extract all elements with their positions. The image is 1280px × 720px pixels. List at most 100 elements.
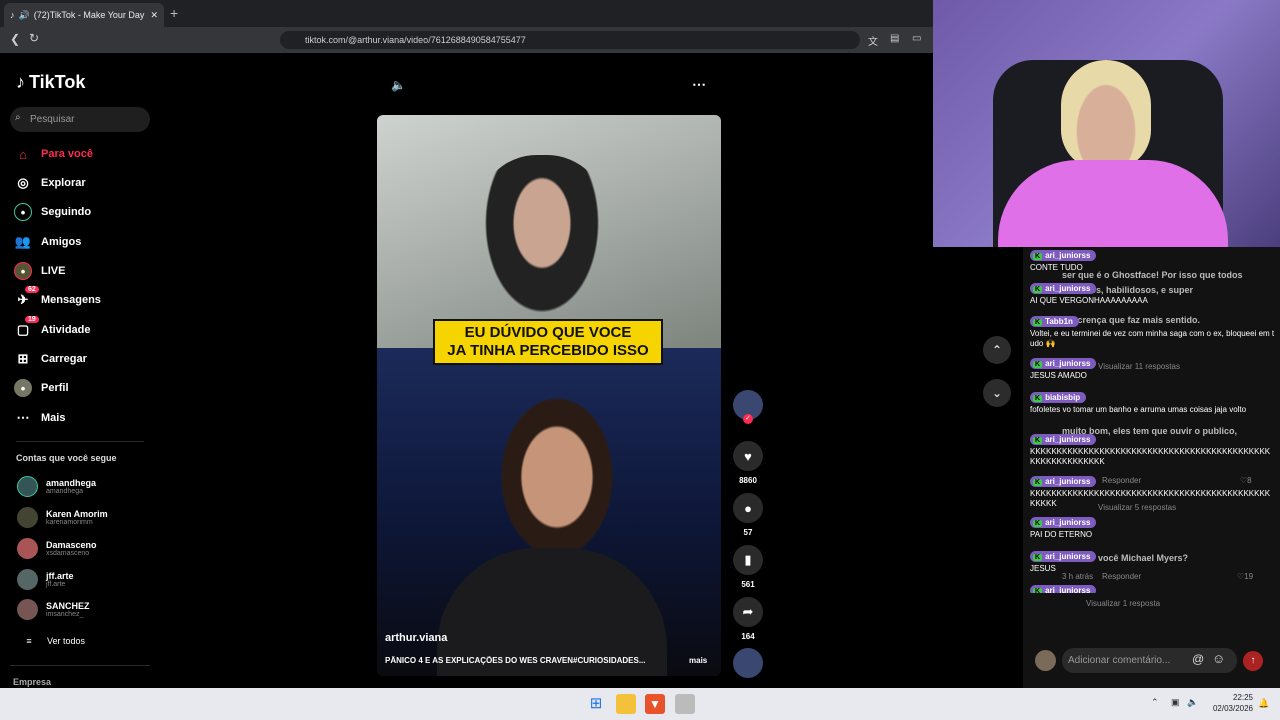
brave-browser-icon[interactable]: ▼ <box>645 694 665 714</box>
description-more-link[interactable]: mais <box>689 656 707 665</box>
view-replies-link[interactable]: Visualizar 1 resposta <box>1086 599 1160 608</box>
sidebar-item-label: Carregar <box>41 353 87 365</box>
emoji-icon[interactable]: ☺ <box>1212 651 1225 666</box>
chat-username: Kari_juniorss <box>1030 476 1097 487</box>
save-button[interactable]: ▮ 561 <box>732 545 764 589</box>
account-handle: jff.arte <box>46 581 66 588</box>
comment-button[interactable]: ● 57 <box>732 493 764 537</box>
follow-check-icon[interactable]: ✓ <box>743 414 753 424</box>
share-count: 164 <box>741 632 755 641</box>
account-name: Damasceno <box>46 540 97 550</box>
sidebar-item-label: Perfil <box>41 382 69 394</box>
account-item[interactable]: SANCHEZ imsanchez_ <box>17 599 90 620</box>
account-item[interactable]: Damasceno xsdamasceno <box>17 538 97 559</box>
video-caption-overlay: EU DÚVIDO QUE VOCE JA TINHA PERCEBIDO IS… <box>433 319 663 365</box>
sidebar-item-para-voce[interactable]: ⌂ Para você <box>14 144 93 164</box>
like-count: 8860 <box>739 476 757 485</box>
sidebar-toggle-icon[interactable]: ▭ <box>912 33 921 44</box>
video-player[interactable]: EU DÚVIDO QUE VOCE JA TINHA PERCEBIDO IS… <box>377 115 721 676</box>
sidebar-item-atividade[interactable]: ▢ 19 Atividade <box>14 316 91 340</box>
browser-tab[interactable]: ♪ 🔊 (72)TikTok - Make Your Day ✕ <box>4 3 164 27</box>
chat-user-label: ari_juniorss <box>1045 359 1091 368</box>
compass-icon: ◎ <box>17 175 29 190</box>
translate-icon[interactable]: 文 <box>868 33 878 48</box>
person-figure <box>487 378 627 558</box>
volume-icon[interactable]: 🔈 <box>1187 697 1198 708</box>
sound-avatar-button[interactable] <box>732 648 764 678</box>
chat-message: Kari_juniorss KKKKKKKKKKKKKKKKKKKKKKKKKK… <box>1030 434 1275 467</box>
chat-user-label: ari_juniorss <box>1045 586 1091 593</box>
chat-message: Kari_juniorss PAI DO ETERNO <box>1030 517 1275 540</box>
sidebar-item-label: Amigos <box>41 236 82 248</box>
chat-user-label: ari_juniorss <box>1045 251 1091 260</box>
volume-icon[interactable]: 🔈 <box>391 78 406 92</box>
sidebar-item-label: Atividade <box>41 324 91 336</box>
save-count: 561 <box>741 580 755 589</box>
chevron-up-icon[interactable]: ⌃ <box>1151 697 1159 708</box>
windows-start-icon[interactable]: ⊞ <box>586 694 606 714</box>
close-tab-icon[interactable]: ✕ <box>150 10 158 21</box>
reload-icon[interactable]: ↻ <box>29 31 39 45</box>
chat-message: Kari_juniorss KKKKKKKKKKKKKKKKKKKKKKKKKK… <box>1030 476 1275 509</box>
send-comment-button[interactable]: ↑ <box>1243 651 1263 671</box>
kick-badge-icon: K <box>1033 554 1043 561</box>
url-field[interactable]: tiktok.com/@arthur.viana/video/761268849… <box>280 31 860 49</box>
divider <box>16 441 144 442</box>
file-explorer-icon[interactable] <box>616 694 636 714</box>
share-button[interactable]: ➦ 164 <box>732 597 764 641</box>
mention-icon[interactable]: @ <box>1192 652 1204 666</box>
chat-user-label: ari_juniorss <box>1045 518 1091 527</box>
see-all-button[interactable]: ≡ Ver todos <box>20 631 85 651</box>
sidebar-item-explorar[interactable]: ◎ Explorar <box>14 173 85 193</box>
reader-icon[interactable]: ▤ <box>890 33 899 44</box>
like-button[interactable]: ♥ 8860 <box>732 441 764 485</box>
account-item[interactable]: amandhega amandhega <box>17 476 96 497</box>
tiktok-logo[interactable]: ♪ TikTok <box>16 72 85 93</box>
back-icon[interactable]: ❮ <box>10 32 20 46</box>
sidebar-item-mensagens[interactable]: ✈ 62 Mensagens <box>14 286 101 310</box>
following-icon: • <box>14 203 32 221</box>
taskbar-clock[interactable]: 22:25 02/03/2026 <box>1205 692 1253 714</box>
following-accounts-title: Contas que você segue <box>16 453 117 463</box>
chevron-down-icon: ⌄ <box>991 386 1003 400</box>
comment-count: 57 <box>743 528 753 537</box>
bookmark-icon: ▮ <box>733 545 763 575</box>
kick-badge-icon: K <box>1033 286 1043 293</box>
activity-icon: ▢ 19 <box>14 316 39 339</box>
sidebar-item-label: Seguindo <box>41 206 92 218</box>
sidebar-item-mais[interactable]: ⋯ Mais <box>14 408 66 428</box>
chat-text: fofoletes vo tomar um banho e arruma uma… <box>1030 405 1247 414</box>
chat-text: JESUS AMADO <box>1030 371 1087 380</box>
audio-icon: 🔊 <box>18 9 30 20</box>
chat-text: PAI DO ETERNO <box>1030 530 1093 539</box>
account-item[interactable]: jff.arte jff.arte <box>17 569 74 590</box>
notification-icon[interactable]: 🔔 <box>1258 698 1269 709</box>
network-icon[interactable]: ▣ <box>1171 697 1180 708</box>
search-input[interactable]: Pesquisar <box>10 107 150 132</box>
app-icon[interactable] <box>675 694 695 714</box>
author-avatar-button[interactable]: ✓ <box>732 390 764 424</box>
sidebar-item-carregar[interactable]: ⊞ Carregar <box>14 349 87 369</box>
next-video-button[interactable]: ⌄ <box>983 379 1011 407</box>
chat-username: Kari_juniorss <box>1030 250 1097 261</box>
account-name: jff.arte <box>46 571 74 581</box>
sidebar-item-live[interactable]: • LIVE <box>14 261 65 281</box>
kick-badge-icon: K <box>1033 361 1043 368</box>
heart-icon: ♥ <box>733 441 763 471</box>
comment-icon: ● <box>733 493 763 523</box>
video-author[interactable]: arthur.viana <box>385 632 447 644</box>
previous-video-button[interactable]: ⌃ <box>983 336 1011 364</box>
sidebar-item-perfil[interactable]: • Perfil <box>14 378 69 398</box>
new-tab-button[interactable]: + <box>170 5 178 21</box>
comment-input[interactable]: Adicionar comentário... <box>1062 648 1237 673</box>
sidebar-item-seguindo[interactable]: • Seguindo <box>14 202 91 222</box>
chat-message: Kari_juniorss CONTE TUDO <box>1030 250 1275 273</box>
sidebar-item-amigos[interactable]: 👥 Amigos <box>14 232 81 252</box>
chat-user-label: Tabb1n <box>1045 317 1073 326</box>
more-options-icon[interactable]: ⋯ <box>692 76 706 93</box>
webcam-overlay <box>933 0 1280 247</box>
account-item[interactable]: Karen Amorim karenamorimm <box>17 507 108 528</box>
company-link[interactable]: Empresa <box>13 677 51 687</box>
chat-message: Kari_juniorss JESUS AMADO <box>1030 358 1275 381</box>
chat-message: Kari_juniorss <box>1030 585 1275 593</box>
